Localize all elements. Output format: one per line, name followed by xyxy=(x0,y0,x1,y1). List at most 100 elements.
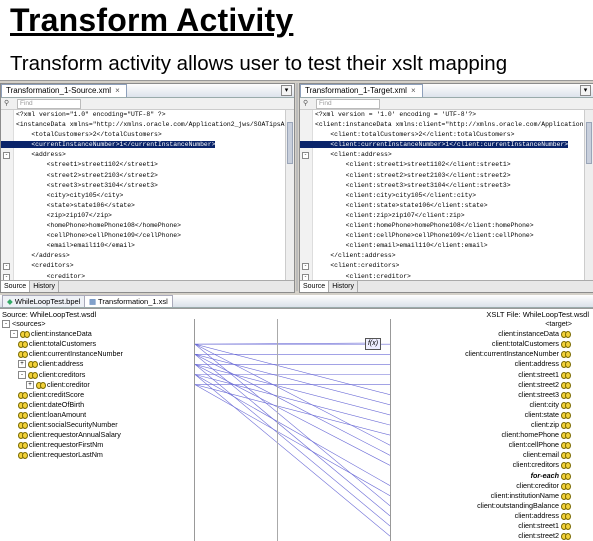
target-tree-node[interactable]: client:street2 xyxy=(518,531,572,541)
fold-icon[interactable]: - xyxy=(302,152,309,160)
target-tree-node[interactable]: client:email xyxy=(523,450,572,460)
code-text: <client:address> xyxy=(315,151,392,159)
source-tree-node[interactable]: client:dateOfBirth xyxy=(18,400,84,410)
node-label: for-each xyxy=(530,470,559,480)
tab-transformation-xsl[interactable]: ▦ Transformation_1.xsl xyxy=(84,295,173,307)
source-tree-node[interactable]: client:creditScore xyxy=(18,390,84,400)
tab-history[interactable]: History xyxy=(30,281,59,292)
target-tree-node[interactable]: client:creditors xyxy=(513,460,572,470)
element-icon xyxy=(561,472,571,480)
target-tree-node[interactable]: client:homePhone xyxy=(501,430,572,440)
target-tree-node[interactable]: client:city xyxy=(529,400,572,410)
mapping-link[interactable] xyxy=(195,374,390,426)
source-tabbar: Transformation_1-Source.xml × ▾ xyxy=(1,84,294,98)
fold-icon[interactable]: - xyxy=(302,263,309,271)
vertical-scrollbar[interactable] xyxy=(584,110,593,280)
node-label: client:creditor xyxy=(516,480,559,490)
source-tree-node[interactable]: + client:address xyxy=(18,359,83,369)
xslt-mapper: Source: WhileLoopTest.wsdl XSLT File: Wh… xyxy=(0,308,593,541)
node-label: client:totalCustomers xyxy=(491,339,559,349)
mapping-link[interactable] xyxy=(195,354,390,517)
source-tree-node[interactable]: + client:creditor xyxy=(26,380,90,390)
binoculars-icon[interactable]: ⚲ xyxy=(4,98,9,109)
target-tree-node[interactable]: client:institutionName xyxy=(491,491,572,501)
code-line: <email>email110</email> xyxy=(1,241,285,251)
source-tree-node[interactable]: client:requestorAnnualSalary xyxy=(18,430,121,440)
target-tree-node[interactable]: client:creditor xyxy=(516,481,572,491)
target-tree-node[interactable]: client:state xyxy=(525,410,572,420)
find-input[interactable]: Find xyxy=(17,99,81,109)
source-tree-node[interactable]: client:loanAmount xyxy=(18,410,86,420)
mapping-link[interactable] xyxy=(195,384,390,436)
function-icon[interactable]: f(x) xyxy=(365,338,381,350)
code-text: <client:city>city105</client:city> xyxy=(315,191,477,199)
mapping-canvas[interactable]: f(x) xyxy=(195,319,390,541)
target-tree-node[interactable]: client:street1 xyxy=(518,521,572,531)
vertical-scrollbar[interactable] xyxy=(285,110,294,280)
target-tree-node[interactable]: client:street2 xyxy=(518,380,572,390)
fold-icon[interactable]: - xyxy=(3,263,10,271)
close-icon[interactable]: × xyxy=(411,86,416,95)
code-line: <street3>street3104</street3> xyxy=(1,181,285,191)
tab-source[interactable]: Source xyxy=(300,281,330,292)
splitter[interactable] xyxy=(296,83,298,291)
mapping-link[interactable] xyxy=(195,364,390,527)
source-tree-node[interactable]: client:requestorFirstNm xyxy=(18,440,103,450)
collapse-icon[interactable]: - xyxy=(10,330,18,339)
target-tree-node[interactable]: client:instanceData xyxy=(498,329,572,339)
node-label: client:requestorAnnualSalary xyxy=(29,430,121,440)
target-code-editor[interactable]: <?xml version = '1.0' encoding = 'UTF-8'… xyxy=(300,110,584,280)
scroll-thumb[interactable] xyxy=(586,122,592,164)
source-tree-node[interactable]: client:totalCustomers xyxy=(18,339,96,349)
tab-source[interactable]: Source xyxy=(1,281,31,292)
mapping-link[interactable] xyxy=(195,364,390,416)
pane-menu-icon[interactable]: ▾ xyxy=(580,85,591,96)
target-tree-node[interactable]: client:outstandingBalance xyxy=(477,501,572,511)
mapping-link[interactable] xyxy=(195,374,390,537)
target-tree-node[interactable]: client:zip xyxy=(531,420,572,430)
code-text: <client:cellPhone>cellPhone109</client:c… xyxy=(315,232,534,240)
find-input[interactable]: Find xyxy=(316,99,380,109)
code-line: <cellPhone>cellPhone109</cellPhone> xyxy=(1,231,285,241)
collapse-icon[interactable]: - xyxy=(2,320,10,329)
mapping-link[interactable] xyxy=(195,343,390,507)
node-label: client:homePhone xyxy=(501,430,559,440)
scroll-thumb[interactable] xyxy=(287,122,293,164)
target-tree-node[interactable]: client:totalCustomers xyxy=(492,339,572,349)
target-tree-node[interactable]: client:cellPhone xyxy=(509,440,572,450)
target-tree-node[interactable]: client:street3 xyxy=(518,390,572,400)
target-tree-node[interactable]: client:currentInstanceNumber xyxy=(465,349,572,359)
node-label: client:address xyxy=(514,359,559,369)
source-tree: - <sources> - client:instanceData client:tot… xyxy=(0,319,195,541)
pane-menu-icon[interactable]: ▾ xyxy=(281,85,292,96)
source-tree-node[interactable]: - client:creditors xyxy=(18,370,85,380)
find-bar: ⚲ Find xyxy=(300,98,593,110)
node-label: client:institutionName xyxy=(490,490,559,500)
source-tree-node[interactable]: - client:instanceData xyxy=(10,329,92,339)
element-icon xyxy=(561,361,571,369)
target-tree-node[interactable]: client:street1 xyxy=(518,370,572,380)
source-code-editor[interactable]: <?xml version="1.0" encoding="UTF-8" ?> <… xyxy=(1,110,285,280)
code-text: <client:street2>street2103</client:stree… xyxy=(315,171,511,179)
target-tree-node[interactable]: client:address xyxy=(515,511,572,521)
expand-icon[interactable]: + xyxy=(18,360,26,369)
source-tree-node[interactable]: client:currentInstanceNumber xyxy=(18,349,123,359)
tab-whilelooptest-bpel[interactable]: ◆ WhileLoopTest.bpel xyxy=(2,295,86,307)
tab-source-xml[interactable]: Transformation_1-Source.xml × xyxy=(1,84,127,97)
close-icon[interactable]: × xyxy=(115,86,120,95)
target-tree-node[interactable]: <target> xyxy=(545,319,572,329)
collapse-icon[interactable]: - xyxy=(18,370,26,379)
element-icon xyxy=(561,482,571,490)
node-label: client:currentInstanceNumber xyxy=(29,349,123,359)
fold-icon[interactable]: - xyxy=(3,152,10,160)
source-tree-node[interactable]: - <sources> xyxy=(2,319,46,329)
target-tree-node[interactable]: for-each xyxy=(531,471,572,481)
tab-target-xml[interactable]: Transformation_1-Target.xml × xyxy=(300,84,423,97)
tab-history[interactable]: History xyxy=(329,281,358,292)
xsl-file-icon: ▦ xyxy=(89,297,97,306)
binoculars-icon[interactable]: ⚲ xyxy=(303,98,308,109)
source-tree-node[interactable]: client:socialSecurityNumber xyxy=(18,420,118,430)
source-tree-node[interactable]: client:requestorLastNm xyxy=(18,450,103,460)
target-tree-node[interactable]: client:address xyxy=(515,359,572,369)
expand-icon[interactable]: + xyxy=(26,380,34,389)
